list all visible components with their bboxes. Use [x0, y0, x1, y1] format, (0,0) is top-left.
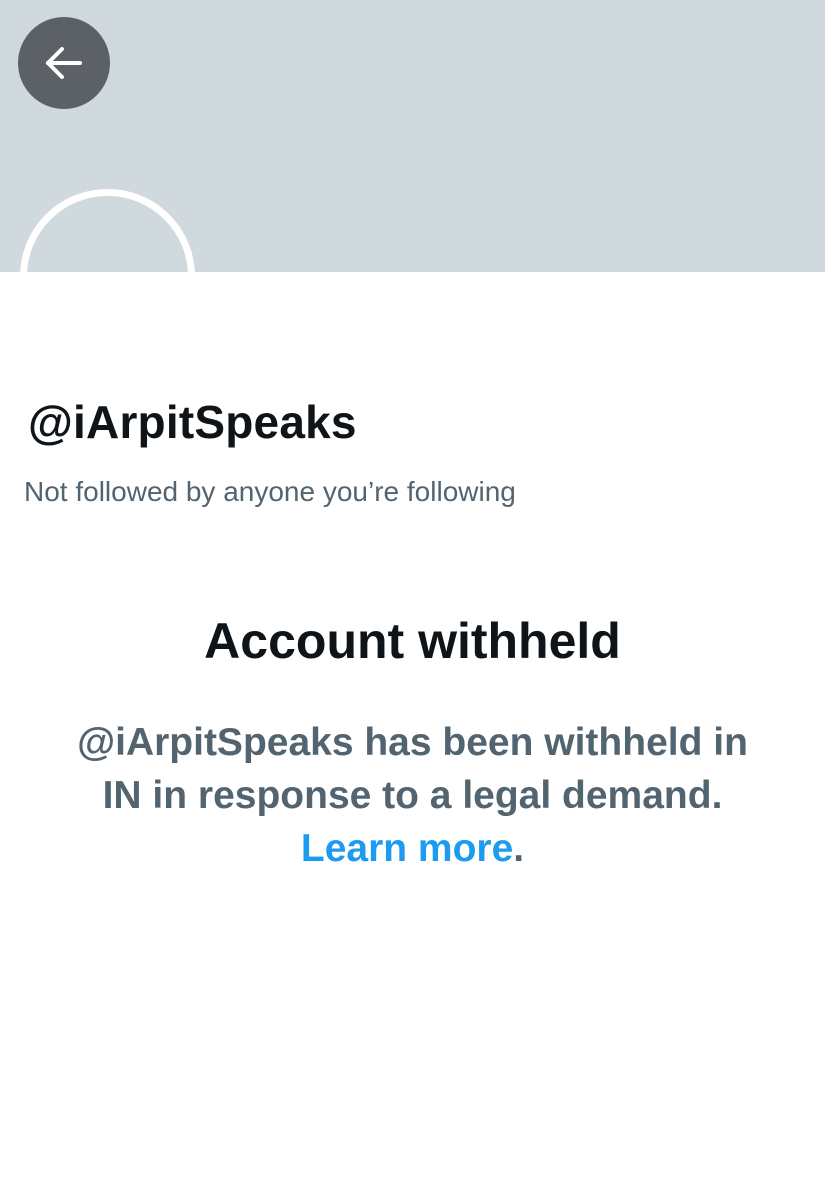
withheld-title: Account withheld: [204, 613, 621, 669]
learn-more-link[interactable]: Learn more: [301, 827, 513, 870]
withheld-message-text: @iArpitSpeaks has been withheld in IN in…: [77, 721, 748, 817]
withheld-message: @iArpitSpeaks has been withheld in IN in…: [62, 716, 763, 875]
arrow-left-icon: [46, 47, 82, 79]
back-button[interactable]: [18, 17, 110, 109]
profile-handle: @iArpitSpeaks: [28, 396, 357, 448]
followers-you-know-note: Not followed by anyone you’re following: [24, 476, 516, 507]
message-period: .: [513, 827, 525, 870]
